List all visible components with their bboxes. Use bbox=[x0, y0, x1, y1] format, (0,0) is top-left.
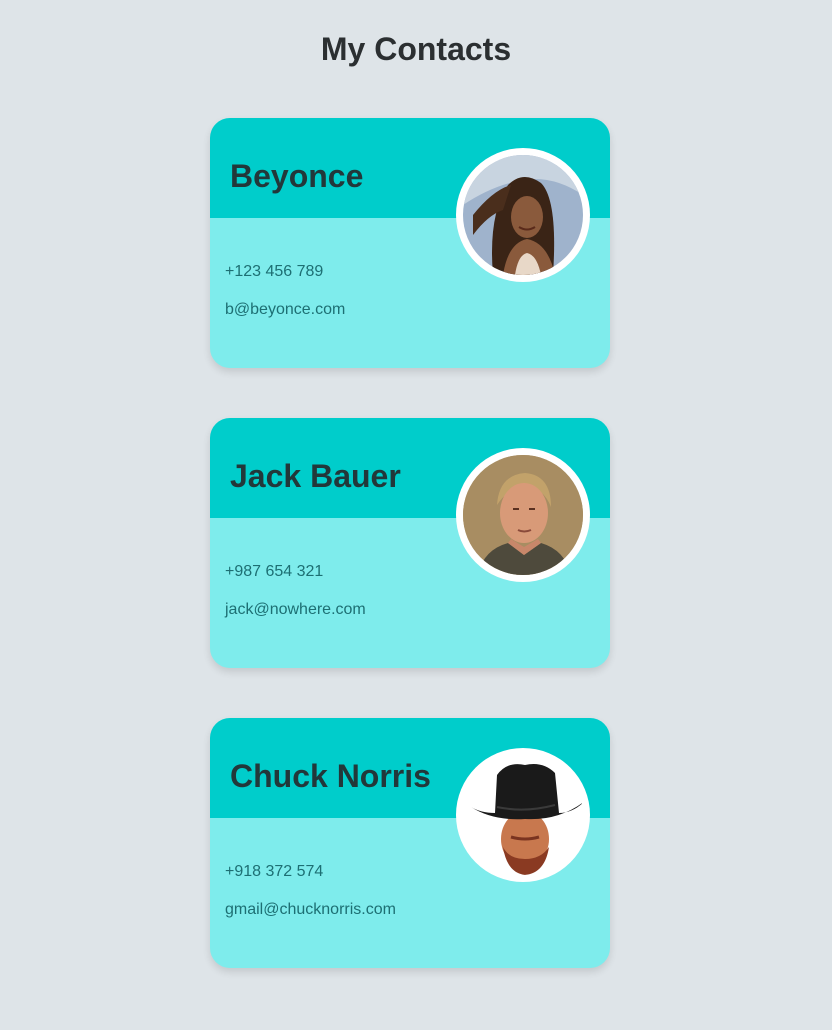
contact-name: Chuck Norris bbox=[230, 758, 431, 794]
contact-name: Beyonce bbox=[230, 158, 364, 194]
contact-phone[interactable]: +987 654 321 bbox=[225, 562, 323, 582]
contact-email[interactable]: b@beyonce.com bbox=[225, 300, 345, 320]
contact-photo bbox=[463, 155, 583, 275]
page-title: My Contacts bbox=[320, 31, 512, 67]
avatar bbox=[456, 448, 590, 582]
contact-phone[interactable]: +123 456 789 bbox=[225, 262, 323, 282]
contact-card[interactable]: Jack Bauer +987 654 321 jack@nowhere.com bbox=[210, 418, 610, 668]
contact-email[interactable]: jack@nowhere.com bbox=[225, 600, 366, 620]
contact-card[interactable]: Beyonce +123 456 789 b@beyonce.com bbox=[210, 118, 610, 368]
contact-email[interactable]: gmail@chucknorris.com bbox=[225, 900, 396, 920]
contact-phone[interactable]: +918 372 574 bbox=[225, 862, 323, 882]
avatar bbox=[456, 748, 590, 882]
contact-photo bbox=[463, 455, 583, 575]
avatar bbox=[456, 148, 590, 282]
contact-card[interactable]: Chuck Norris +918 372 574 gmail@chucknor… bbox=[210, 718, 610, 968]
contact-name: Jack Bauer bbox=[230, 458, 401, 494]
contact-photo bbox=[463, 755, 583, 875]
